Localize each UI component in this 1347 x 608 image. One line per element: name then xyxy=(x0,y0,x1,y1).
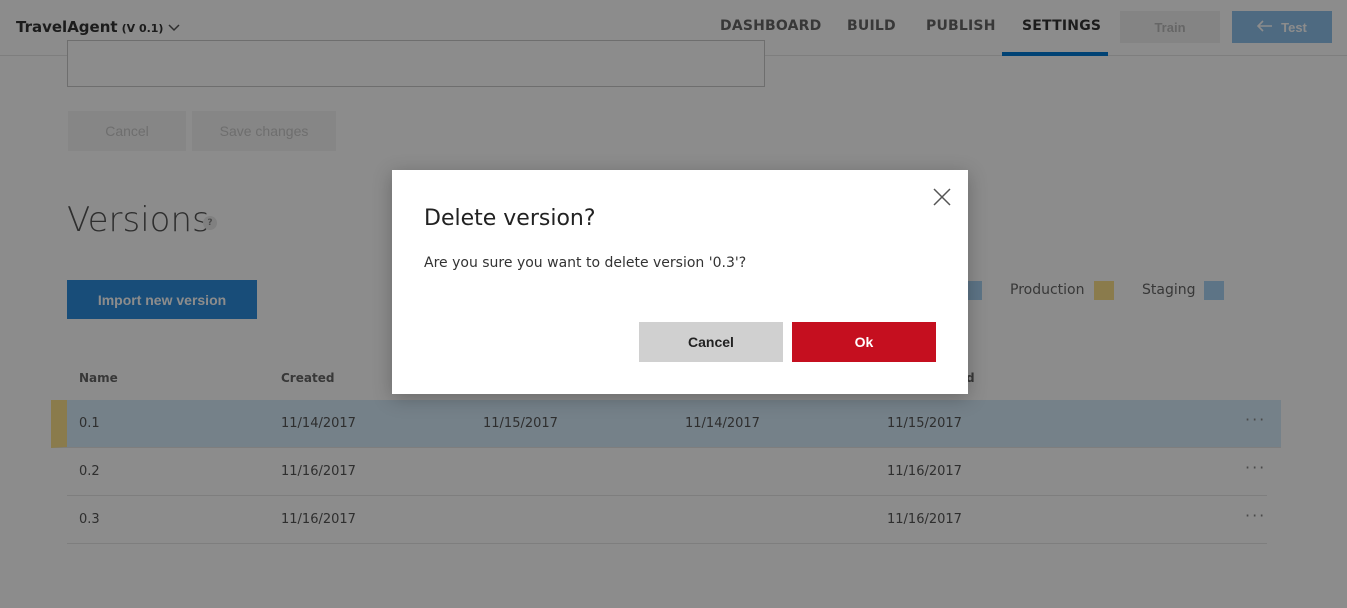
close-icon[interactable] xyxy=(931,186,953,208)
dialog-ok-button[interactable]: Ok xyxy=(792,322,936,362)
dialog-cancel-button[interactable]: Cancel xyxy=(639,322,783,362)
dialog-message: Are you sure you want to delete version … xyxy=(424,255,747,271)
dialog-title: Delete version? xyxy=(424,206,596,231)
delete-version-dialog: Delete version? Are you sure you want to… xyxy=(392,170,968,394)
